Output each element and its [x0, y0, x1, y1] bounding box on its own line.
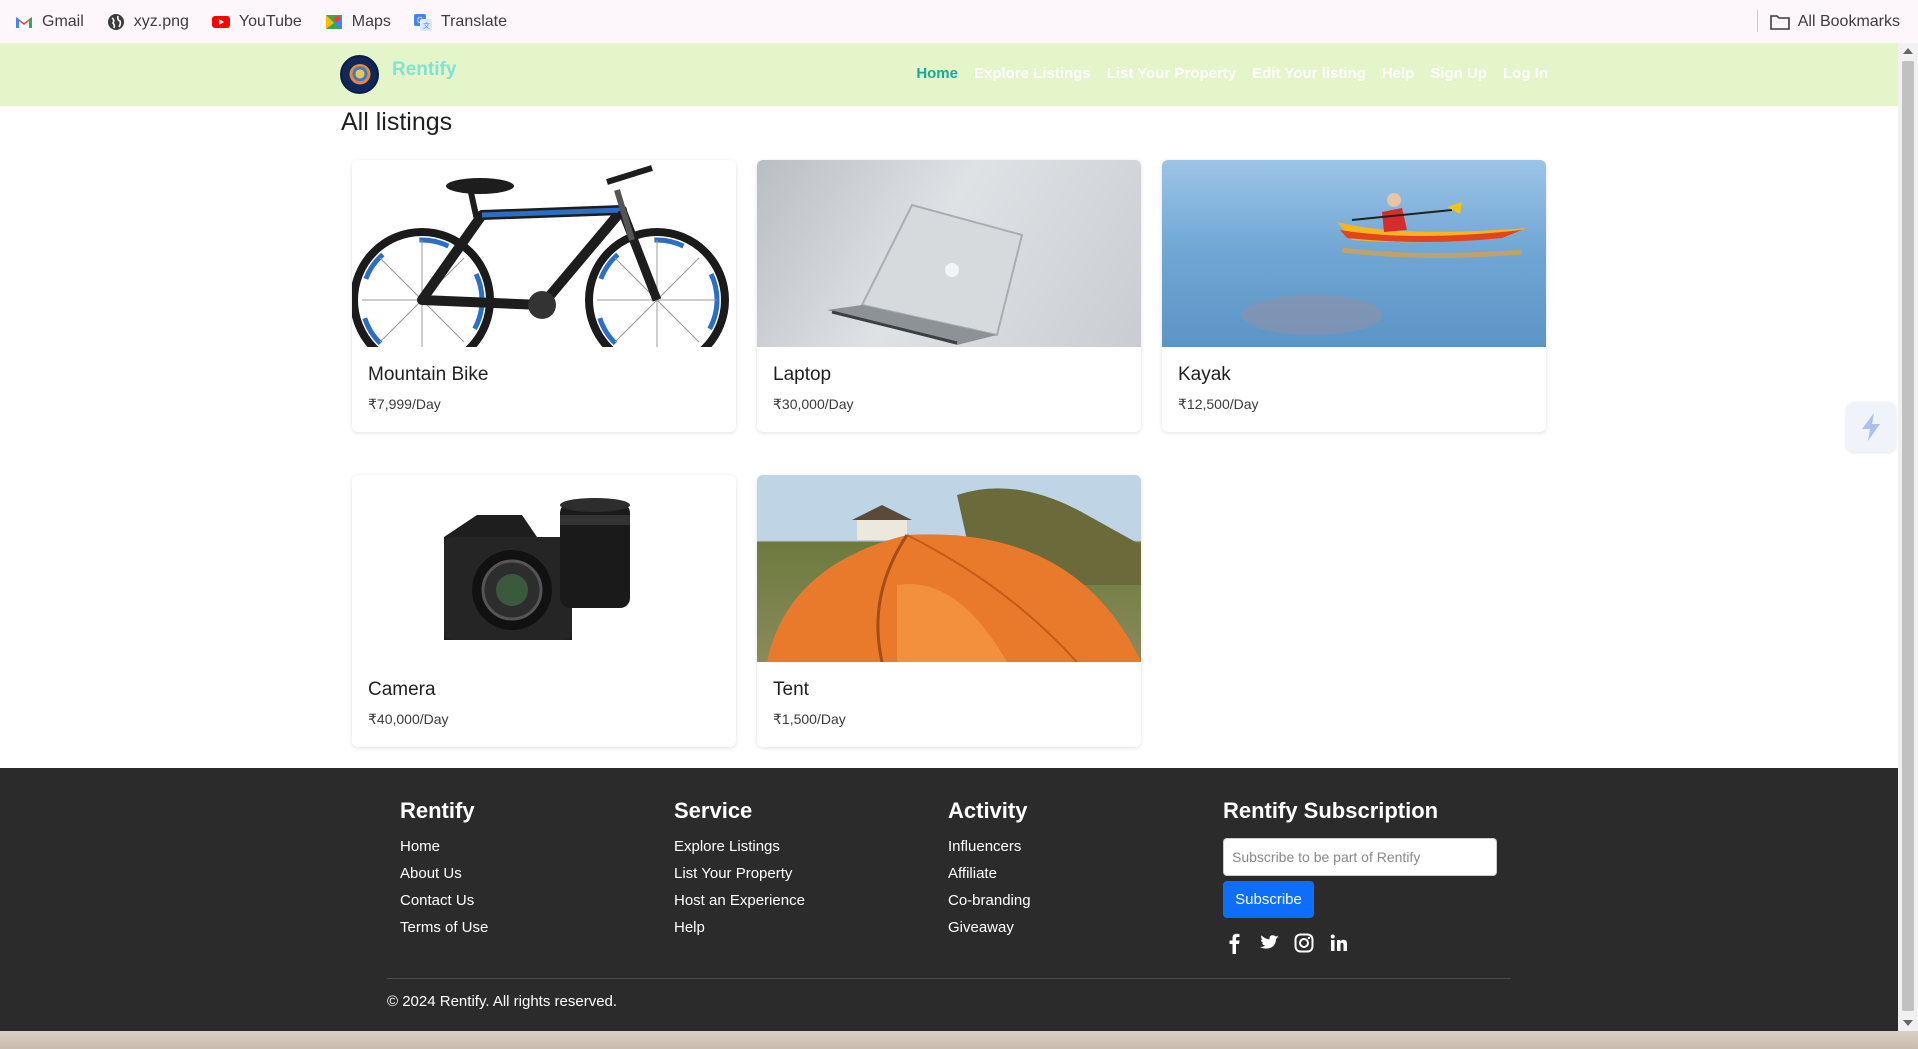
youtube-icon: [211, 15, 230, 28]
footer-col-service: Service Explore Listings List Your Prope…: [674, 798, 805, 946]
tent-image: [757, 475, 1141, 662]
kayak-image: [1162, 160, 1546, 347]
folder-icon: [1769, 14, 1790, 30]
svg-text:文: 文: [423, 21, 430, 30]
footer-link-about-us[interactable]: About Us: [400, 865, 488, 882]
footer-link-giveaway[interactable]: Giveaway: [948, 919, 1031, 936]
footer-heading: Service: [674, 798, 753, 823]
bookmark-youtube[interactable]: YouTube: [211, 12, 302, 32]
listing-card-tent[interactable]: Tent ₹1,500/Day: [757, 475, 1141, 747]
listing-price: ₹30,000/Day: [773, 396, 854, 412]
listing-price: ₹7,999/Day: [368, 396, 441, 412]
navbar: Rentify Home Explore Listings List Your …: [0, 43, 1898, 106]
listing-price: ₹1,500/Day: [773, 711, 846, 727]
listing-card-mountain-bike[interactable]: Mountain Bike ₹7,999/Day: [352, 160, 736, 432]
footer-heading: Rentify: [400, 798, 475, 823]
nav-list-your-property[interactable]: List Your Property: [1107, 65, 1236, 82]
listing-title: Tent: [773, 679, 809, 700]
bookmark-label: YouTube: [238, 12, 302, 30]
bookmark-translate[interactable]: G文 Translate: [413, 12, 507, 32]
page-title: All listings: [341, 108, 453, 136]
scroll-down-arrow-icon[interactable]: [1903, 1020, 1913, 1026]
bookmarks-bar: Gmail xyz.png YouTube Maps G文 Translate …: [0, 0, 1918, 43]
nav-help[interactable]: Help: [1382, 65, 1415, 82]
scroll-up-arrow-icon[interactable]: [1903, 48, 1913, 54]
footer-heading: Rentify Subscription: [1223, 798, 1439, 823]
footer-link-terms[interactable]: Terms of Use: [400, 919, 488, 936]
footer-divider: [387, 978, 1511, 979]
laptop-image: [757, 160, 1141, 347]
footer-col-subscription: Rentify Subscription Subscribe: [1223, 798, 1497, 954]
nav-links: Home Explore Listings List Your Property…: [900, 65, 1548, 82]
footer-link-host-experience[interactable]: Host an Experience: [674, 892, 805, 909]
listing-price: ₹12,500/Day: [1178, 396, 1259, 412]
brand-name: Rentify: [392, 59, 457, 80]
bookmark-label: Translate: [440, 12, 508, 30]
footer-link-home[interactable]: Home: [400, 838, 488, 855]
facebook-icon[interactable]: [1223, 932, 1245, 954]
linkedin-icon[interactable]: [1328, 932, 1350, 954]
footer-link-co-branding[interactable]: Co-branding: [948, 892, 1031, 909]
footer-heading: Activity: [948, 798, 1028, 823]
footer-link-contact-us[interactable]: Contact Us: [400, 892, 488, 909]
footer-link-influencers[interactable]: Influencers: [948, 838, 1031, 855]
nav-sign-up[interactable]: Sign Up: [1430, 65, 1487, 82]
all-bookmarks-label: All Bookmarks: [1797, 12, 1900, 30]
bookmark-xyz[interactable]: xyz.png: [106, 12, 189, 32]
listing-title: Mountain Bike: [368, 364, 489, 385]
footer-link-affiliate[interactable]: Affiliate: [948, 865, 1031, 882]
lightning-icon: [1862, 413, 1880, 441]
subscribe-email-input[interactable]: [1223, 838, 1497, 876]
brand[interactable]: Rentify: [340, 55, 456, 94]
listing-card-camera[interactable]: Camera ₹40,000/Day: [352, 475, 736, 747]
translate-icon: G文: [413, 13, 432, 31]
subscribe-button[interactable]: Subscribe: [1223, 881, 1314, 918]
bookmark-label: Maps: [351, 12, 391, 30]
all-bookmarks-button[interactable]: All Bookmarks: [1769, 0, 1900, 43]
footer-link-explore-listings[interactable]: Explore Listings: [674, 838, 805, 855]
footer: Rentify Home About Us Contact Us Terms o…: [0, 768, 1898, 1031]
listing-price: ₹40,000/Day: [368, 711, 449, 727]
globe-icon: [107, 13, 124, 30]
footer-link-help[interactable]: Help: [674, 919, 805, 936]
listing-card-laptop[interactable]: Laptop ₹30,000/Day: [757, 160, 1141, 432]
bookmark-gmail[interactable]: Gmail: [14, 12, 84, 32]
page-scrollbar[interactable]: [1898, 43, 1918, 1031]
bookmark-label: xyz.png: [133, 12, 189, 30]
side-widget-button[interactable]: [1846, 402, 1896, 452]
nav-log-in[interactable]: Log In: [1503, 65, 1548, 82]
footer-link-list-your-property[interactable]: List Your Property: [674, 865, 805, 882]
listing-title: Laptop: [773, 364, 832, 385]
maps-icon: [325, 14, 342, 29]
copyright-text: © 2024 Rentify. All rights reserved.: [387, 993, 618, 1010]
nav-home[interactable]: Home: [916, 65, 958, 82]
footer-col-activity: Activity Influencers Affiliate Co-brandi…: [948, 798, 1031, 946]
bookmark-separator: [1757, 10, 1758, 32]
camera-image: [352, 475, 736, 662]
bookmark-maps[interactable]: Maps: [324, 12, 391, 32]
listing-card-kayak[interactable]: Kayak ₹12,500/Day: [1162, 160, 1546, 432]
bookmark-label: Gmail: [42, 12, 84, 30]
social-links: [1223, 932, 1497, 954]
instagram-icon[interactable]: [1293, 932, 1315, 954]
nav-edit-your-listing[interactable]: Edit Your listing: [1252, 65, 1366, 82]
mountain-bike-image: [352, 160, 736, 347]
twitter-icon[interactable]: [1258, 932, 1280, 954]
footer-col-rentify: Rentify Home About Us Contact Us Terms o…: [400, 798, 488, 946]
listing-title: Camera: [368, 679, 436, 700]
nav-explore-listings[interactable]: Explore Listings: [974, 65, 1091, 82]
gmail-icon: [16, 16, 32, 28]
scroll-thumb[interactable]: [1902, 61, 1914, 1011]
listing-title: Kayak: [1178, 364, 1231, 385]
logo: [340, 55, 379, 94]
taskbar: [0, 1031, 1918, 1049]
